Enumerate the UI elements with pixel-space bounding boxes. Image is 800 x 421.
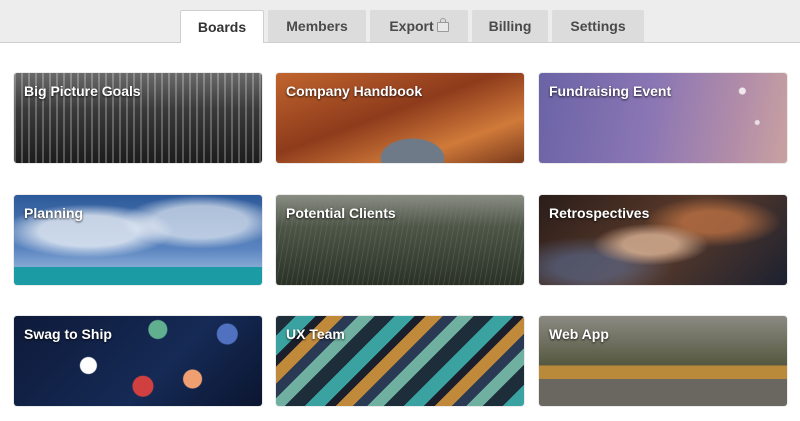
board-title: Company Handbook [286, 83, 423, 99]
board-title: Planning [24, 205, 84, 221]
tab-export-label: Export [389, 18, 434, 34]
board-title: Web App [549, 326, 609, 342]
board-card-potential-clients[interactable]: Potential Clients [276, 195, 524, 285]
board-card-fundraising-event[interactable]: Fundraising Event [539, 73, 787, 163]
board-card-swag-to-ship[interactable]: Swag to Ship [14, 316, 262, 406]
board-title: Potential Clients [286, 205, 396, 221]
tab-settings[interactable]: Settings [552, 10, 644, 42]
board-title: Swag to Ship [24, 326, 112, 342]
tab-billing[interactable]: Billing [472, 10, 548, 42]
board-card-company-handbook[interactable]: Company Handbook [276, 73, 524, 163]
board-card-planning[interactable]: Planning [14, 195, 262, 285]
board-title: Fundraising Event [549, 83, 672, 99]
board-title: UX Team [286, 326, 345, 342]
board-card-retrospectives[interactable]: Retrospectives [539, 195, 787, 285]
board-card-ux-team[interactable]: UX Team [276, 316, 524, 406]
tab-boards[interactable]: Boards [180, 10, 264, 43]
board-card-big-picture-goals[interactable]: Big Picture Goals [14, 73, 262, 163]
tab-members[interactable]: Members [268, 10, 366, 42]
board-title: Big Picture Goals [24, 83, 141, 99]
tab-bar: Boards Members Export Billing Settings [0, 0, 800, 43]
board-title: Retrospectives [549, 205, 650, 221]
tab-export[interactable]: Export [370, 10, 468, 42]
board-card-web-app[interactable]: Web App [539, 316, 787, 406]
lock-icon [436, 18, 449, 32]
